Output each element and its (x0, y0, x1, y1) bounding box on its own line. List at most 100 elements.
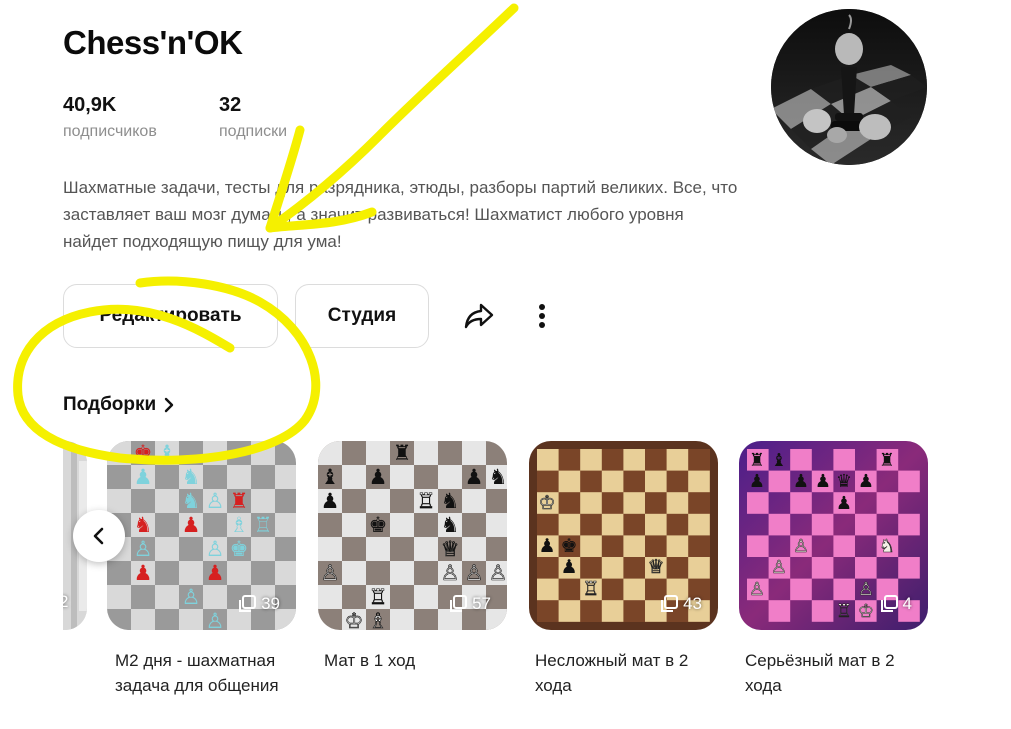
svg-text:♖: ♖ (836, 601, 852, 622)
svg-text:♛: ♛ (836, 471, 852, 492)
edit-button[interactable]: Редактировать (63, 284, 278, 348)
svg-text:♝: ♝ (158, 441, 177, 465)
svg-text:♞: ♞ (134, 513, 153, 537)
svg-text:♙: ♙ (321, 561, 340, 585)
collection-card-3[interactable]: ♔ ♟ ♚ ♟ ♕ ♖ 43 (529, 441, 718, 630)
svg-text:♞: ♞ (182, 489, 201, 513)
svg-text:♙: ♙ (749, 579, 765, 600)
collection-card-2[interactable]: ♜ ♝ ♟ ♟ ♞ ♟ ♖ ♞ ♚ ♞ ♕ ♙ ♙ ♙ ♙ ♖ ♔ ♗ 57 (318, 441, 507, 630)
svg-text:♙: ♙ (206, 489, 225, 513)
svg-text:♟: ♟ (465, 465, 484, 489)
collection-count-badge: 43 (659, 594, 702, 614)
collection-count: 39 (261, 594, 280, 613)
collections-title: Подборки (63, 394, 157, 415)
channel-title: Chess'n'OK (63, 24, 243, 61)
carousel-prev-button[interactable] (73, 510, 125, 562)
collection-card-4[interactable]: ♜ ♝ ♜ ♛ ♟ ♟ ♟ ♟ ♟ ♙ ♞ ♙ ♙ ♙ ♖ ♔ 4 (739, 441, 928, 630)
svg-text:♗: ♗ (369, 609, 388, 630)
avatar-chess-king-image (771, 9, 927, 165)
svg-text:♟: ♟ (793, 471, 809, 492)
svg-text:♝: ♝ (321, 465, 340, 489)
svg-text:♞: ♞ (879, 536, 895, 557)
svg-text:♟: ♟ (321, 489, 340, 513)
svg-text:♖: ♖ (582, 578, 599, 600)
svg-text:♞: ♞ (441, 513, 460, 537)
channel-description: Шахматные задачи, тесты для разрядника, … (63, 178, 738, 251)
studio-button[interactable]: Студия (295, 284, 429, 348)
svg-text:♟: ♟ (749, 471, 765, 492)
svg-text:♟: ♟ (182, 513, 201, 537)
subscriptions-count: 32 (219, 94, 242, 116)
collection-count: 2 (63, 592, 69, 611)
svg-text:♚: ♚ (560, 535, 577, 557)
svg-text:♚: ♚ (230, 537, 249, 561)
svg-text:♙: ♙ (441, 561, 460, 585)
collection-card-1[interactable]: ♚ ♝ ♟ ♞ ♞ ♙ ♜ ♞ ♟ ♗ ♖ ♙ ♙ ♚ ♟ ♟ ♙ ♙ 39 (107, 441, 296, 630)
svg-text:♖: ♖ (254, 513, 273, 537)
svg-text:♟: ♟ (206, 561, 225, 585)
svg-text:♖: ♖ (417, 489, 436, 513)
svg-text:♙: ♙ (134, 537, 153, 561)
svg-text:♙: ♙ (793, 536, 809, 557)
svg-text:♚: ♚ (134, 441, 153, 465)
svg-text:♕: ♕ (441, 537, 460, 561)
collection-title[interactable]: Несложный мат в 2 хода (535, 648, 724, 698)
svg-text:♟: ♟ (134, 561, 153, 585)
svg-text:♟: ♟ (836, 493, 852, 514)
subscriptions-label: подписки (219, 123, 288, 140)
copy-stack-icon (661, 595, 679, 612)
svg-text:♔: ♔ (345, 609, 364, 630)
svg-text:♙: ♙ (206, 609, 225, 630)
collection-count-badge: 4 (879, 594, 912, 614)
copy-stack-icon (239, 595, 257, 612)
svg-text:♟: ♟ (560, 556, 577, 578)
collection-count: 4 (902, 594, 912, 613)
svg-text:♝: ♝ (771, 450, 787, 471)
collection-title[interactable]: Серьёзный мат в 2 хода (745, 648, 934, 698)
svg-text:♙: ♙ (182, 585, 201, 609)
svg-text:♚: ♚ (369, 513, 388, 537)
share-button[interactable] (461, 298, 497, 334)
subscribers-count: 40,9K (63, 94, 117, 116)
more-button[interactable] (524, 298, 560, 334)
svg-text:♖: ♖ (369, 585, 388, 609)
copy-stack-icon (880, 595, 898, 612)
svg-text:♗: ♗ (230, 513, 249, 537)
collection-title[interactable]: М2 дня - шахматная задача для общения (115, 648, 304, 698)
collections-header[interactable]: Подборки (63, 394, 174, 416)
svg-text:♟: ♟ (858, 471, 874, 492)
collection-count: 43 (683, 594, 702, 613)
svg-text:♜: ♜ (749, 450, 765, 471)
svg-text:♟: ♟ (538, 535, 555, 557)
svg-text:♞: ♞ (441, 489, 460, 513)
svg-text:♙: ♙ (206, 537, 225, 561)
svg-text:♜: ♜ (230, 489, 249, 513)
share-icon (464, 303, 494, 329)
subscribers-label: подписчиков (63, 123, 157, 140)
svg-text:♔: ♔ (858, 601, 874, 622)
subscribers-stat[interactable]: 40,9K подписчиков (63, 94, 157, 141)
svg-text:♟: ♟ (369, 465, 388, 489)
collection-count: 57 (472, 594, 491, 613)
svg-text:♜: ♜ (879, 450, 895, 471)
chevron-left-icon (93, 527, 104, 545)
svg-text:♜: ♜ (393, 441, 412, 465)
copy-stack-icon (450, 595, 468, 612)
svg-text:♞: ♞ (489, 465, 507, 489)
svg-text:♕: ♕ (647, 556, 664, 578)
svg-text:♙: ♙ (465, 561, 484, 585)
collection-title[interactable]: Мат в 1 ход (324, 648, 513, 673)
svg-text:♙: ♙ (858, 579, 874, 600)
svg-text:♞: ♞ (182, 465, 201, 489)
svg-text:♔: ♔ (538, 492, 555, 514)
svg-text:♟: ♟ (134, 465, 153, 489)
collection-count-badge: 39 (237, 594, 280, 614)
svg-text:♙: ♙ (771, 557, 787, 578)
channel-avatar[interactable] (771, 9, 927, 165)
chevron-right-icon (165, 397, 174, 413)
svg-text:♟: ♟ (815, 471, 831, 492)
collection-count-badge: 57 (448, 594, 491, 614)
more-vertical-icon (539, 304, 545, 328)
svg-text:♙: ♙ (489, 561, 507, 585)
subscriptions-stat[interactable]: 32 подписки (219, 94, 305, 141)
